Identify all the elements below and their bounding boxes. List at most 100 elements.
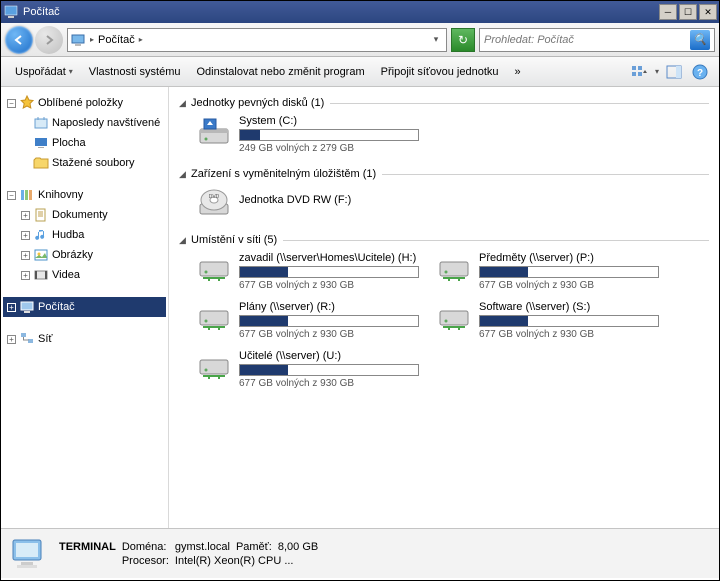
drive-usage-bar [239, 129, 419, 141]
content-area: ◢ Jednotky pevných disků (1) System (C:)… [169, 87, 719, 528]
computer-icon [9, 534, 49, 574]
view-dropdown[interactable]: ▾ [655, 67, 659, 76]
sidebar-documents[interactable]: + Dokumenty [3, 205, 166, 225]
sidebar-libraries[interactable]: − Knihovny [3, 185, 166, 205]
drive-label: Jednotka DVD RW (F:) [239, 194, 427, 206]
sidebar: − Oblíbené položky Naposledy navštívené … [1, 87, 169, 528]
toolbar: Uspořádat ▾ Vlastnosti systému Odinstalo… [1, 57, 719, 87]
pictures-icon [33, 247, 49, 263]
drive-free-text: 249 GB volných z 279 GB [239, 143, 427, 154]
computer-icon [70, 32, 86, 48]
drive-zavadil-h[interactable]: zavadil (\\server\Homes\Ucitele) (H:) 67… [197, 252, 427, 291]
toolbar-more[interactable]: » [509, 63, 527, 81]
collapse-icon[interactable]: − [7, 191, 16, 200]
svg-text:?: ? [697, 68, 703, 79]
titlebar: Počítač ─ ☐ ✕ [1, 1, 719, 23]
preview-pane-button[interactable] [663, 61, 685, 83]
expand-icon[interactable]: + [21, 231, 30, 240]
sidebar-computer[interactable]: + Počítač [3, 297, 166, 317]
desktop-icon [33, 135, 49, 151]
minimize-button[interactable]: ─ [659, 4, 677, 20]
address-bar[interactable]: ▸ Počítač ▸ ▾ [67, 28, 447, 52]
group-network[interactable]: ◢ Umístění v síti (5) [179, 234, 709, 246]
status-mem-label: Paměť: [236, 541, 272, 553]
svg-text:DVD: DVD [209, 194, 220, 200]
chevron-right-icon[interactable]: ▸ [90, 35, 94, 44]
status-computer-name: TERMINAL [59, 541, 116, 553]
maximize-button[interactable]: ☐ [679, 4, 697, 20]
netdrive-icon [197, 301, 231, 335]
statusbar: TERMINAL Doména: gymst.local Paměť: 8,00… [1, 528, 719, 578]
drive-label: zavadil (\\server\Homes\Ucitele) (H:) [239, 252, 427, 264]
chevron-right-icon[interactable]: ▸ [139, 35, 143, 44]
recent-icon [33, 115, 49, 131]
breadcrumb-computer[interactable]: Počítač [98, 34, 135, 46]
documents-icon [33, 207, 49, 223]
drive-usage-bar [239, 266, 419, 278]
drive-label: Učitelé (\\server) (U:) [239, 350, 427, 362]
drive-label: Software (\\server) (S:) [479, 301, 667, 313]
sidebar-music[interactable]: + Hudba [3, 225, 166, 245]
group-removable[interactable]: ◢ Zařízení s vyměnitelným úložištěm (1) [179, 168, 709, 180]
search-box[interactable]: Prohledat: Počítač 🔍 [479, 28, 715, 52]
back-button[interactable] [5, 26, 33, 54]
drive-free-text: 677 GB volných z 930 GB [239, 280, 427, 291]
expand-icon[interactable]: + [21, 211, 30, 220]
drive-usage-bar [239, 315, 419, 327]
refresh-button[interactable]: ↻ [451, 28, 475, 52]
collapse-icon[interactable]: − [7, 99, 16, 108]
hdd-icon [197, 115, 231, 149]
drive-usage-bar [239, 364, 419, 376]
uninstall-button[interactable]: Odinstalovat nebo změnit program [190, 63, 370, 81]
sidebar-favorites[interactable]: − Oblíbené položky [3, 93, 166, 113]
status-cpu: Intel(R) Xeon(R) CPU ... [175, 555, 318, 567]
computer-icon [3, 4, 19, 20]
address-dropdown[interactable]: ▾ [428, 34, 444, 45]
netdrive-icon [437, 301, 471, 335]
status-domain-label: Doména: [122, 541, 169, 553]
expand-icon[interactable]: + [7, 335, 16, 344]
view-options-button[interactable] [629, 61, 651, 83]
drive-free-text: 677 GB volných z 930 GB [239, 329, 427, 340]
sidebar-downloads[interactable]: Stažené soubory [3, 153, 166, 173]
sidebar-network[interactable]: + Síť [3, 329, 166, 349]
drive-ucitele-u[interactable]: Učitelé (\\server) (U:) 677 GB volných z… [197, 350, 427, 389]
close-button[interactable]: ✕ [699, 4, 717, 20]
drive-free-text: 677 GB volných z 930 GB [479, 329, 667, 340]
dvd-icon: DVD [197, 186, 231, 220]
sidebar-videos[interactable]: + Videa [3, 265, 166, 285]
drive-free-text: 677 GB volných z 930 GB [239, 378, 427, 389]
collapse-icon[interactable]: ◢ [179, 169, 189, 180]
map-drive-button[interactable]: Připojit síťovou jednotku [375, 63, 505, 81]
videos-icon [33, 267, 49, 283]
computer-icon [19, 299, 35, 315]
expand-icon[interactable]: + [21, 271, 30, 280]
system-props-button[interactable]: Vlastnosti systému [83, 63, 187, 81]
drive-dvd-f[interactable]: DVD Jednotka DVD RW (F:) [197, 186, 427, 220]
collapse-icon[interactable]: ◢ [179, 98, 189, 109]
status-mem: 8,00 GB [278, 541, 318, 553]
netdrive-icon [437, 252, 471, 286]
drive-usage-bar [479, 315, 659, 327]
window-title: Počítač [23, 6, 60, 18]
netdrive-icon [197, 252, 231, 286]
group-hdd[interactable]: ◢ Jednotky pevných disků (1) [179, 97, 709, 109]
collapse-icon[interactable]: ◢ [179, 235, 189, 246]
organize-button[interactable]: Uspořádat ▾ [9, 63, 79, 81]
search-icon[interactable]: 🔍 [690, 30, 710, 50]
expand-icon[interactable]: + [21, 251, 30, 260]
sidebar-recent[interactable]: Naposledy navštívené [3, 113, 166, 133]
drive-predmety-p[interactable]: Předměty (\\server) (P:) 677 GB volných … [437, 252, 667, 291]
drive-label: Předměty (\\server) (P:) [479, 252, 667, 264]
help-button[interactable]: ? [689, 61, 711, 83]
forward-button[interactable] [35, 26, 63, 54]
status-domain: gymst.local [175, 541, 230, 553]
expand-icon[interactable]: + [7, 303, 16, 312]
sidebar-desktop[interactable]: Plocha [3, 133, 166, 153]
drive-plany-r[interactable]: Plány (\\server) (R:) 677 GB volných z 9… [197, 301, 427, 340]
sidebar-pictures[interactable]: + Obrázky [3, 245, 166, 265]
drive-label: Plány (\\server) (R:) [239, 301, 427, 313]
drive-system-c[interactable]: System (C:) 249 GB volných z 279 GB [197, 115, 427, 154]
drive-software-s[interactable]: Software (\\server) (S:) 677 GB volných … [437, 301, 667, 340]
libraries-icon [19, 187, 35, 203]
